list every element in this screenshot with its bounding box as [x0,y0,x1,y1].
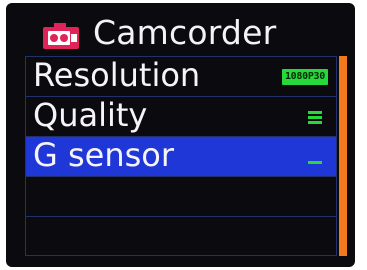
menu-item-empty[interactable] [26,217,336,257]
menu-title: Camcorder [93,13,277,52]
menu-item-label: Quality [33,96,148,134]
g-sensor-value [308,137,328,177]
quality-high-icon [308,111,322,124]
camera-menu-screen: Camcorder Resolution 1080P30 Quality G s… [6,3,355,267]
camcorder-icon [43,23,79,49]
resolution-value: 1080P30 [281,57,328,97]
menu-header: Camcorder [6,3,355,55]
resolution-badge: 1080P30 [281,69,328,85]
menu-item-resolution[interactable]: Resolution 1080P30 [26,56,336,97]
menu-item-label: Resolution [33,56,201,94]
menu-item-quality[interactable]: Quality [26,96,336,137]
menu-scrollbar[interactable] [339,56,347,256]
menu-item-empty[interactable] [26,177,336,217]
settings-menu: Resolution 1080P30 Quality G sensor [25,56,337,256]
menu-item-label: G sensor [33,136,175,174]
scrollbar-thumb[interactable] [339,56,347,256]
gsensor-low-icon [308,161,322,164]
quality-value [308,97,328,137]
menu-item-g-sensor[interactable]: G sensor [26,136,336,177]
